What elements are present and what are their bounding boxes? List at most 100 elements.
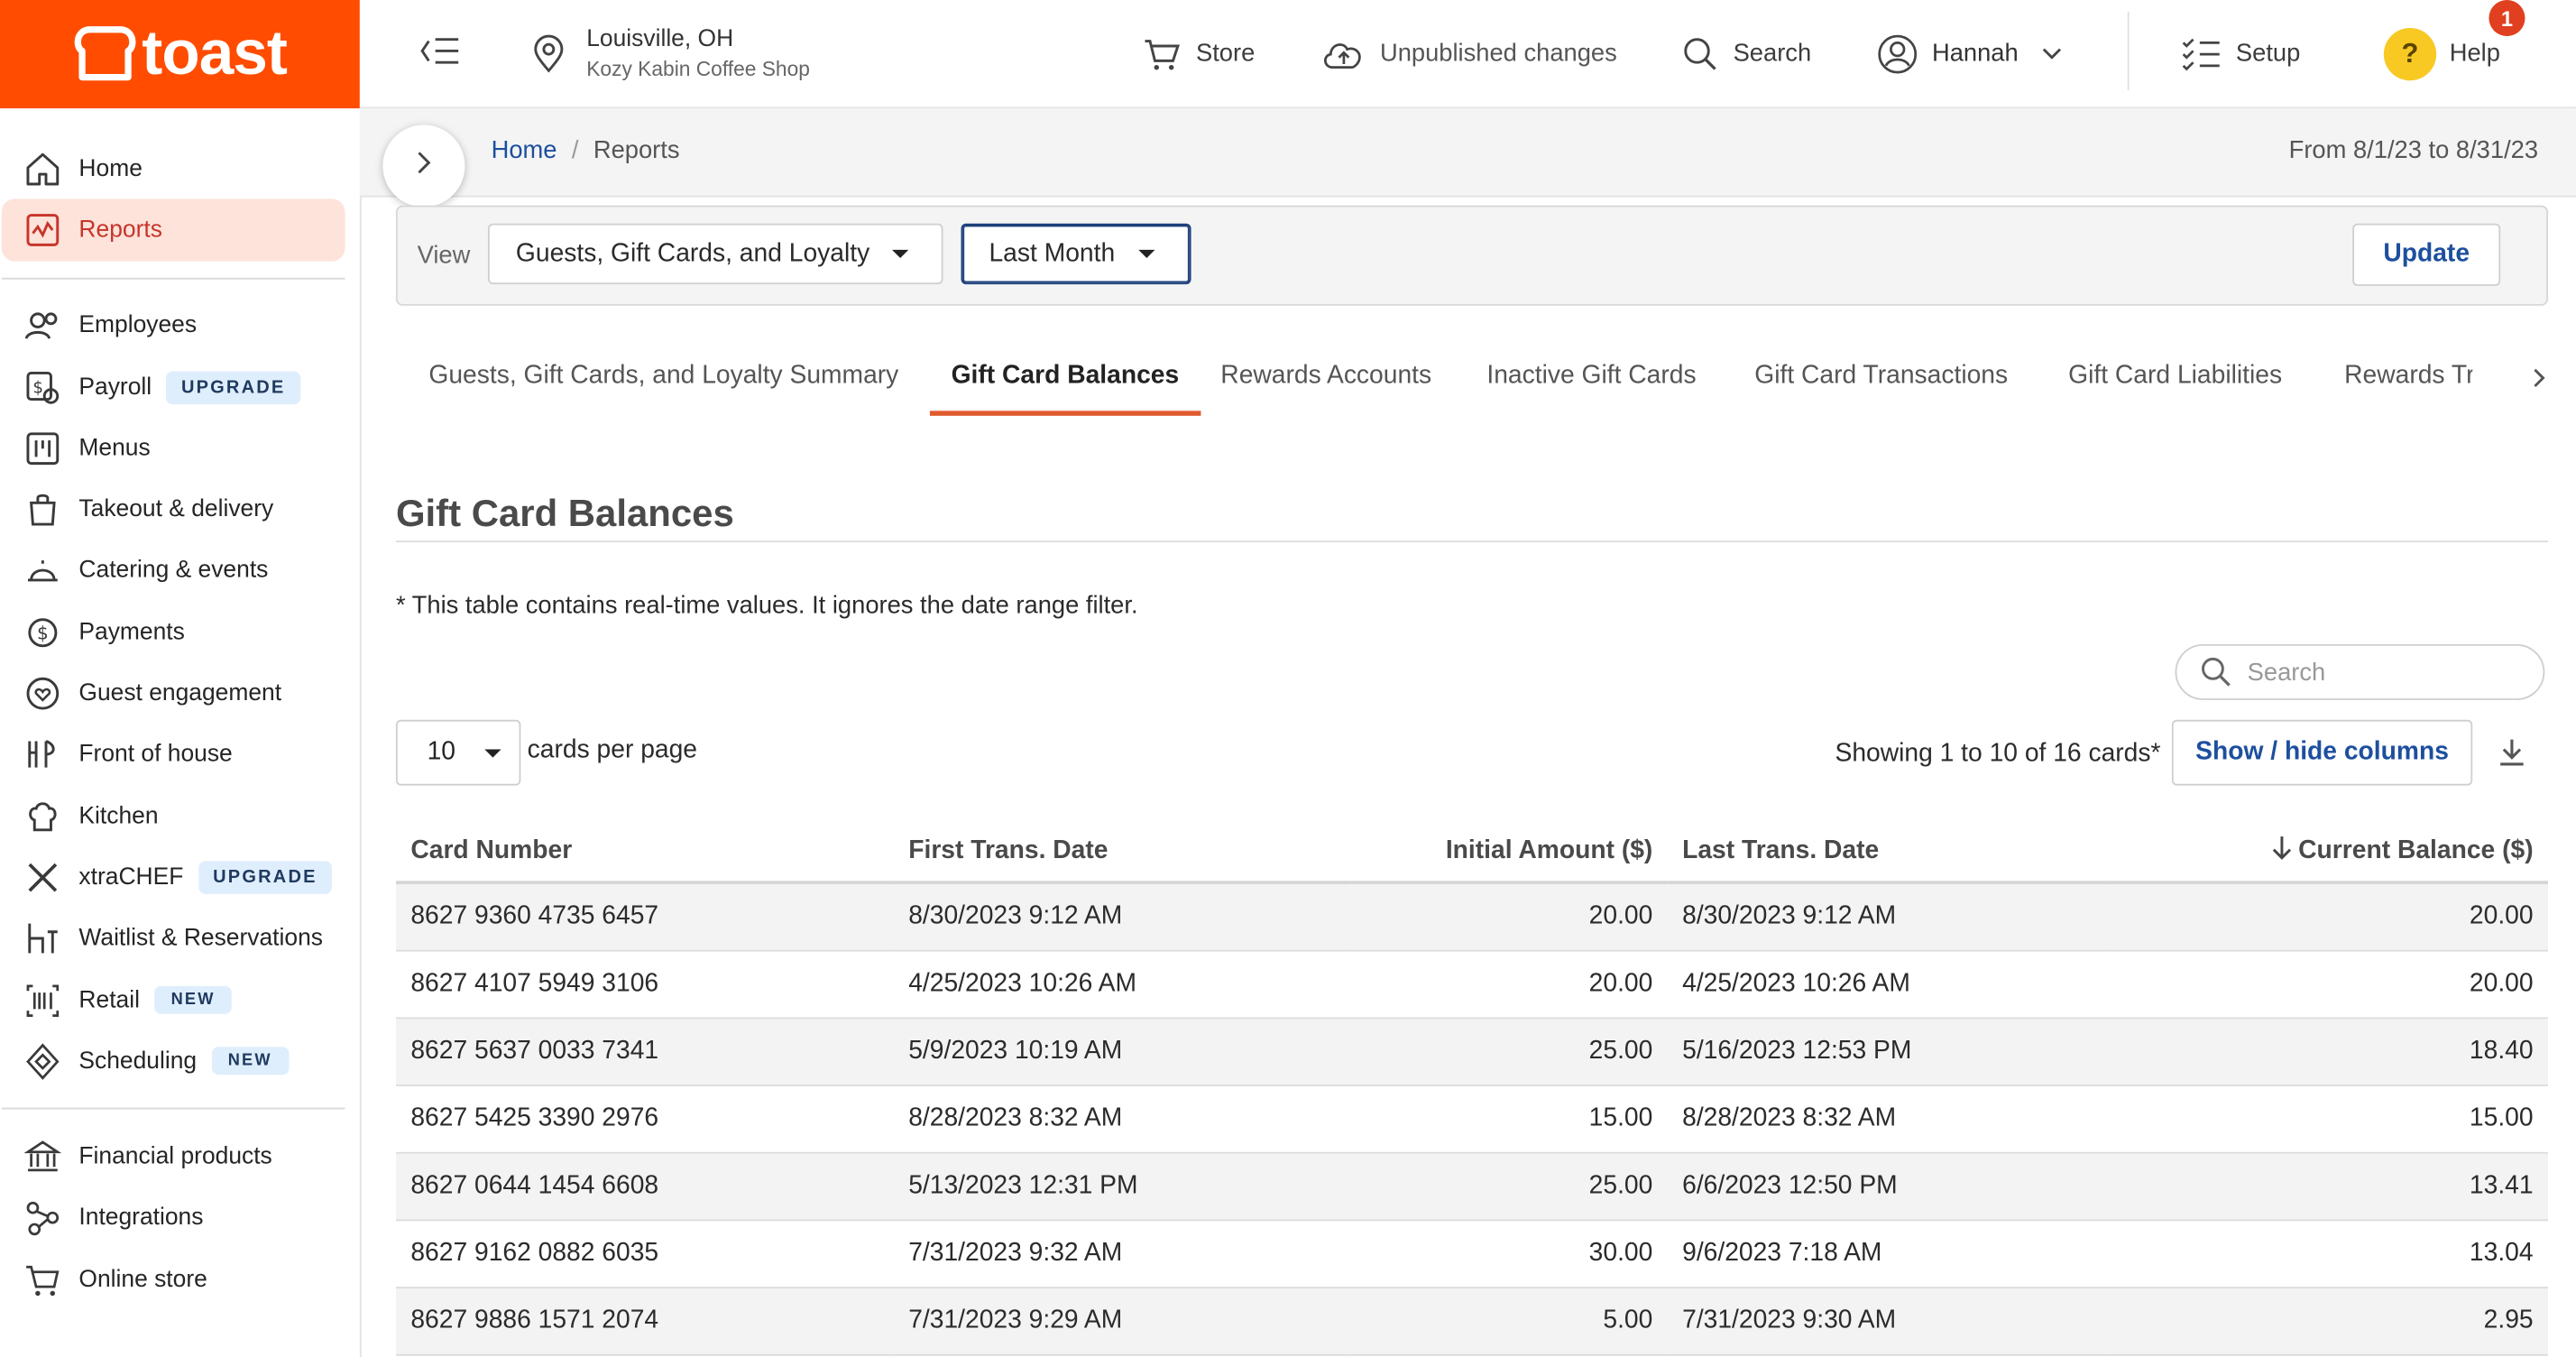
sidebar-item-reports[interactable]: Reports bbox=[1, 198, 345, 261]
breadcrumb: Home / Reports bbox=[491, 136, 680, 165]
column-header-current-balance[interactable]: Current Balance ($) bbox=[2107, 821, 2548, 884]
table-row[interactable]: 8627 9886 1571 2074 7/31/2023 9:29 AM 5.00… bbox=[395, 1288, 2548, 1356]
toast-logo[interactable]: toast bbox=[0, 0, 360, 109]
period-select[interactable]: Last Month bbox=[961, 223, 1191, 285]
breadcrumb-home-link[interactable]: Home bbox=[492, 136, 557, 164]
report-tabs: Guests, Gift Cards, and Loyalty Summary … bbox=[396, 345, 2548, 416]
table-cell: 8627 4107 5949 3106 bbox=[395, 950, 894, 1020]
topbar-divider bbox=[2127, 11, 2130, 91]
collapse-nav-button[interactable] bbox=[419, 0, 461, 106]
tabs-scroll-right-icon[interactable] bbox=[2532, 365, 2548, 399]
help-link[interactable]: ? Help bbox=[2383, 0, 2500, 106]
sidebar-item-label: Scheduling bbox=[78, 1048, 198, 1075]
search-icon bbox=[1680, 33, 1720, 73]
takeout-icon bbox=[23, 490, 62, 530]
sidebar-item-xtrachef[interactable]: xtraCHEF UPGRADE bbox=[0, 847, 360, 909]
table-cell: 8627 0644 1454 6608 bbox=[395, 1152, 894, 1222]
tab-rewards-accounts[interactable]: Rewards Accounts bbox=[1220, 345, 1431, 411]
user-avatar-icon bbox=[1876, 32, 1918, 75]
expand-panel-button[interactable] bbox=[382, 125, 465, 208]
table-cell: 5/13/2023 12:31 PM bbox=[893, 1152, 1351, 1222]
per-page-label: cards per page bbox=[527, 735, 698, 764]
table-cell: 8627 9360 4735 6457 bbox=[395, 882, 894, 952]
payments-icon: $ bbox=[23, 613, 62, 652]
help-icon: ? bbox=[2383, 27, 2437, 80]
column-header-first-trans-date[interactable]: First Trans. Date bbox=[893, 821, 1351, 884]
unpublished-changes-link[interactable]: Unpublished changes bbox=[1320, 0, 1617, 106]
sidebar-item-label: Online store bbox=[78, 1266, 207, 1293]
sidebar-item-retail[interactable]: Retail NEW bbox=[0, 969, 360, 1030]
sidebar-item-catering[interactable]: Catering & events bbox=[0, 540, 360, 602]
employees-icon bbox=[23, 306, 62, 346]
help-notification-badge: 1 bbox=[2489, 0, 2525, 37]
sidebar-item-menus[interactable]: Menus bbox=[0, 418, 360, 479]
table-cell: 4/25/2023 10:26 AM bbox=[893, 950, 1351, 1020]
column-header-last-trans-date[interactable]: Last Trans. Date bbox=[1667, 821, 2108, 884]
sidebar-item-online-store[interactable]: Online store bbox=[0, 1249, 360, 1310]
sidebar-item-payroll[interactable]: $ Payroll UPGRADE bbox=[0, 356, 360, 418]
tab-gift-card-liabilities[interactable]: Gift Card Liabilities bbox=[2068, 345, 2282, 411]
sidebar: Home Reports Employees $ Payroll UPGRADE bbox=[0, 108, 362, 1357]
sidebar-item-employees[interactable]: Employees bbox=[0, 295, 360, 356]
view-select[interactable]: Guests, Gift Cards, and Loyalty bbox=[487, 223, 943, 285]
sidebar-item-takeout[interactable]: Takeout & delivery bbox=[0, 479, 360, 540]
guest-engagement-icon bbox=[23, 674, 62, 714]
svg-text:$: $ bbox=[37, 622, 49, 643]
sidebar-item-waitlist[interactable]: Waitlist & Reservations bbox=[0, 908, 360, 969]
download-icon[interactable] bbox=[2498, 738, 2525, 776]
table-cell: 4/25/2023 10:26 AM bbox=[1667, 950, 2108, 1020]
search-icon bbox=[2200, 656, 2232, 688]
table-header-row: Card Number First Trans. Date Initial Am… bbox=[395, 821, 2548, 884]
sidebar-item-home[interactable]: Home bbox=[0, 138, 360, 199]
table-row[interactable]: 8627 5425 3390 2976 8/28/2023 8:32 AM 15.0… bbox=[395, 1085, 2548, 1154]
table-cell: 5/9/2023 10:19 AM bbox=[893, 1018, 1351, 1086]
sidebar-item-kitchen[interactable]: Kitchen bbox=[0, 786, 360, 847]
scheduling-icon bbox=[23, 1041, 62, 1081]
table-row[interactable]: 8627 5637 0033 7341 5/9/2023 10:19 AM 25.0… bbox=[395, 1018, 2548, 1086]
tab-rewards-transactions[interactable]: Rewards Tr bbox=[2344, 345, 2472, 411]
bank-icon bbox=[23, 1138, 62, 1177]
sidebar-item-front-of-house[interactable]: Front of house bbox=[0, 725, 360, 786]
sidebar-item-guest-engagement[interactable]: Guest engagement bbox=[0, 663, 360, 725]
update-button[interactable]: Update bbox=[2352, 223, 2501, 286]
per-page-select[interactable]: 10 bbox=[395, 719, 521, 786]
tab-summary[interactable]: Guests, Gift Cards, and Loyalty Summary bbox=[428, 345, 898, 411]
setup-link[interactable]: Setup bbox=[2180, 0, 2300, 106]
table-row[interactable]: 8627 4107 5949 3106 4/25/2023 10:26 AM 20.… bbox=[395, 950, 2548, 1020]
store-link[interactable]: Store bbox=[1144, 0, 1255, 106]
search-placeholder: Search bbox=[2247, 658, 2326, 687]
table-row[interactable]: 8627 9360 4735 6457 8/30/2023 9:12 AM 20.0… bbox=[395, 882, 2548, 952]
sidebar-item-financial-products[interactable]: Financial products bbox=[0, 1126, 360, 1187]
upgrade-tag: UPGRADE bbox=[166, 370, 300, 404]
table-row[interactable]: 8627 9162 0882 6035 7/31/2023 9:32 AM 30.0… bbox=[395, 1220, 2548, 1288]
table-cell: 25.00 bbox=[1350, 1152, 1668, 1222]
sidebar-item-integrations[interactable]: Integrations bbox=[0, 1187, 360, 1249]
sidebar-item-payments[interactable]: $ Payments bbox=[0, 602, 360, 663]
integrations-icon bbox=[23, 1199, 62, 1239]
sidebar-group-more: Financial products Integrations Online s… bbox=[0, 1126, 360, 1310]
sidebar-item-scheduling[interactable]: Scheduling NEW bbox=[0, 1030, 360, 1092]
sidebar-item-label: Front of house bbox=[78, 742, 233, 769]
tab-inactive-gift-cards[interactable]: Inactive Gift Cards bbox=[1486, 345, 1696, 411]
sidebar-item-label: Kitchen bbox=[78, 802, 159, 830]
column-header-initial-amount[interactable]: Initial Amount ($) bbox=[1350, 821, 1668, 884]
tab-gift-card-balances[interactable]: Gift Card Balances bbox=[929, 345, 1201, 416]
column-header-card-number[interactable]: Card Number bbox=[395, 821, 894, 884]
tab-gift-card-transactions[interactable]: Gift Card Transactions bbox=[1754, 345, 2008, 411]
search-label: Search bbox=[1733, 39, 1812, 68]
home-icon bbox=[23, 149, 62, 189]
location-switcher[interactable]: Louisville, OH Kozy Kabin Coffee Shop bbox=[530, 0, 810, 106]
search-link[interactable]: Search bbox=[1680, 0, 1811, 106]
table-row[interactable]: 8627 0644 1454 6608 5/13/2023 12:31 PM 25.… bbox=[395, 1152, 2548, 1222]
sidebar-item-label: Reports bbox=[78, 217, 162, 244]
table-cell: 6/6/2023 12:50 PM bbox=[1667, 1152, 2108, 1222]
main-content: Home / Reports From 8/1/23 to 8/31/23 View… bbox=[359, 108, 2576, 1357]
chevron-right-icon bbox=[416, 149, 432, 183]
svg-text:$: $ bbox=[32, 377, 43, 396]
show-hide-columns-button[interactable]: Show / hide columns bbox=[2171, 719, 2473, 786]
table-cell: 20.00 bbox=[2107, 950, 2548, 1020]
table-search-input[interactable]: Search bbox=[2175, 643, 2545, 700]
user-menu[interactable]: Hannah bbox=[1876, 0, 2061, 106]
help-label: Help bbox=[2449, 39, 2500, 68]
toast-bread-icon bbox=[75, 26, 137, 81]
